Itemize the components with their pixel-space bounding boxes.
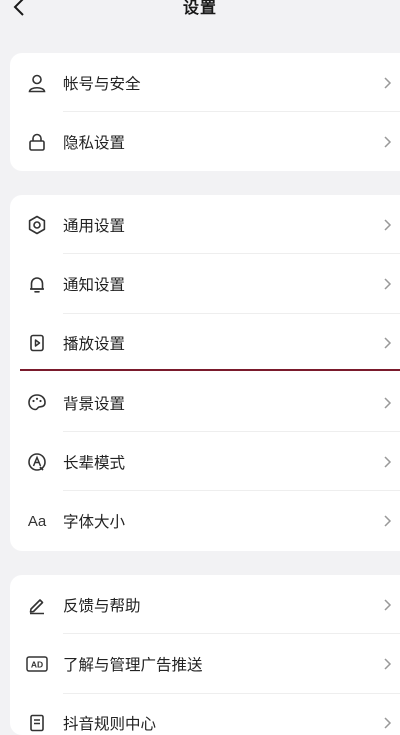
settings-row-label: 播放设置 bbox=[63, 335, 126, 354]
palette-icon bbox=[26, 392, 48, 414]
settings-row-playback[interactable]: 播放设置 bbox=[10, 314, 400, 373]
chevron-right-icon bbox=[384, 77, 392, 89]
header: 设置 bbox=[0, 0, 400, 28]
elder-mode-icon bbox=[26, 451, 48, 473]
settings-row-label: 背景设置 bbox=[63, 394, 126, 413]
chevron-right-icon bbox=[384, 515, 392, 527]
chevron-right-icon bbox=[384, 278, 392, 290]
settings-row-label: 帐号与安全 bbox=[63, 74, 141, 93]
ad-icon-text: AD bbox=[31, 659, 43, 669]
document-icon bbox=[26, 712, 48, 734]
settings-row-label: 反馈与帮助 bbox=[63, 596, 141, 615]
font-size-icon: Aa bbox=[27, 512, 47, 530]
settings-row-account-security[interactable]: 帐号与安全 bbox=[10, 53, 400, 113]
gear-icon bbox=[26, 214, 48, 236]
chevron-right-icon bbox=[384, 397, 392, 409]
lock-icon bbox=[26, 131, 48, 153]
chevron-right-icon bbox=[384, 136, 392, 148]
settings-row-background[interactable]: 背景设置 bbox=[10, 373, 400, 433]
settings-group-general: 通用设置 通知设置 播放设置 背景设置 长辈模式 Aa 字体大小 bbox=[10, 195, 400, 551]
chevron-right-icon bbox=[384, 658, 392, 670]
settings-row-ad-management[interactable]: AD 了解与管理广告推送 bbox=[10, 634, 400, 694]
settings-row-label: 长辈模式 bbox=[63, 453, 126, 472]
settings-row-label: 通知设置 bbox=[63, 275, 126, 294]
settings-row-font-size[interactable]: Aa 字体大小 bbox=[10, 491, 400, 550]
settings-row-label: 了解与管理广告推送 bbox=[63, 655, 203, 674]
play-icon bbox=[26, 332, 48, 354]
settings-row-notifications[interactable]: 通知设置 bbox=[10, 254, 400, 314]
chevron-right-icon bbox=[384, 717, 392, 729]
settings-group-help: 反馈与帮助 AD 了解与管理广告推送 抖音规则中心 bbox=[10, 575, 400, 735]
chevron-right-icon bbox=[384, 599, 392, 611]
chevron-right-icon bbox=[384, 337, 392, 349]
settings-row-feedback[interactable]: 反馈与帮助 bbox=[10, 575, 400, 635]
settings-group-account: 帐号与安全 隐私设置 bbox=[10, 53, 400, 171]
settings-row-label: 隐私设置 bbox=[63, 133, 126, 152]
ad-icon: AD bbox=[26, 653, 48, 675]
settings-row-elder-mode[interactable]: 长辈模式 bbox=[10, 432, 400, 492]
page-title: 设置 bbox=[182, 0, 217, 17]
settings-row-privacy[interactable]: 隐私设置 bbox=[10, 112, 400, 171]
accent-divider-line bbox=[20, 369, 400, 371]
chevron-right-icon bbox=[384, 219, 392, 231]
settings-row-label: 字体大小 bbox=[63, 513, 126, 532]
settings-row-label: 通用设置 bbox=[63, 216, 126, 235]
user-icon bbox=[26, 72, 48, 94]
bell-icon bbox=[26, 273, 48, 295]
pen-icon bbox=[26, 594, 48, 616]
settings-row-general[interactable]: 通用设置 bbox=[10, 195, 400, 255]
settings-row-rules-center[interactable]: 抖音规则中心 bbox=[10, 694, 400, 735]
settings-row-label: 抖音规则中心 bbox=[63, 715, 157, 734]
chevron-right-icon bbox=[384, 456, 392, 468]
